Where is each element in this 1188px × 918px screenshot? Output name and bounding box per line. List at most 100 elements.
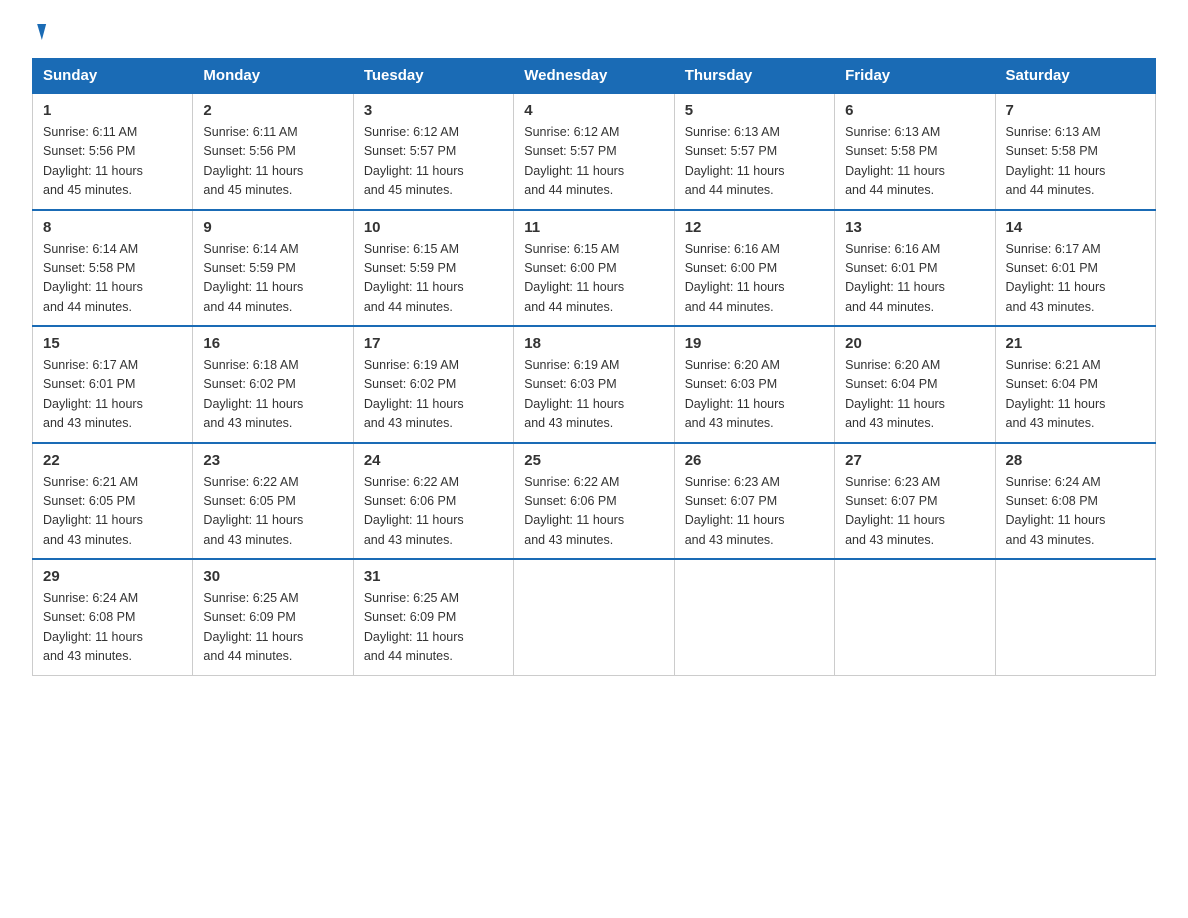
day-number: 5 <box>685 102 824 119</box>
logo <box>32 24 44 40</box>
day-info: Sunrise: 6:18 AMSunset: 6:02 PMDaylight:… <box>203 356 342 434</box>
day-number: 2 <box>203 102 342 119</box>
day-info: Sunrise: 6:20 AMSunset: 6:03 PMDaylight:… <box>685 356 824 434</box>
calendar-cell <box>514 559 674 675</box>
calendar-cell: 6 Sunrise: 6:13 AMSunset: 5:58 PMDaylight… <box>835 93 995 210</box>
calendar-cell: 12 Sunrise: 6:16 AMSunset: 6:00 PMDayligh… <box>674 210 834 327</box>
weekday-header-wednesday: Wednesday <box>514 59 674 94</box>
calendar-week-row: 8Sunrise: 6:14 AMSunset: 5:58 PMDaylight… <box>33 210 1156 327</box>
day-number: 27 <box>845 452 984 469</box>
day-info: Sunrise: 6:15 AMSunset: 5:59 PMDaylight:… <box>364 240 503 318</box>
day-number: 20 <box>845 335 984 352</box>
calendar-cell: 15 Sunrise: 6:17 AMSunset: 6:01 PMDayligh… <box>33 326 193 443</box>
calendar-header: SundayMondayTuesdayWednesdayThursdayFrid… <box>33 59 1156 94</box>
calendar-cell: 18 Sunrise: 6:19 AMSunset: 6:03 PMDayligh… <box>514 326 674 443</box>
day-number: 17 <box>364 335 503 352</box>
day-number: 22 <box>43 452 182 469</box>
day-number: 6 <box>845 102 984 119</box>
day-number: 14 <box>1006 219 1145 236</box>
day-info: Sunrise: 6:16 AMSunset: 6:00 PMDaylight:… <box>685 240 824 318</box>
day-info: Sunrise: 6:23 AMSunset: 6:07 PMDaylight:… <box>845 473 984 551</box>
day-info: Sunrise: 6:15 AMSunset: 6:00 PMDaylight:… <box>524 240 663 318</box>
calendar-cell: 22 Sunrise: 6:21 AMSunset: 6:05 PMDayligh… <box>33 443 193 560</box>
day-number: 7 <box>1006 102 1145 119</box>
calendar-cell: 5 Sunrise: 6:13 AMSunset: 5:57 PMDaylight… <box>674 93 834 210</box>
weekday-header-thursday: Thursday <box>674 59 834 94</box>
day-info: Sunrise: 6:13 AMSunset: 5:58 PMDaylight:… <box>1006 123 1145 201</box>
day-number: 29 <box>43 568 182 585</box>
day-number: 15 <box>43 335 182 352</box>
day-info: Sunrise: 6:12 AMSunset: 5:57 PMDaylight:… <box>364 123 503 201</box>
calendar-cell: 9 Sunrise: 6:14 AMSunset: 5:59 PMDaylight… <box>193 210 353 327</box>
calendar-cell: 3 Sunrise: 6:12 AMSunset: 5:57 PMDaylight… <box>353 93 513 210</box>
day-number: 11 <box>524 219 663 236</box>
day-number: 9 <box>203 219 342 236</box>
day-info: Sunrise: 6:12 AMSunset: 5:57 PMDaylight:… <box>524 123 663 201</box>
day-number: 25 <box>524 452 663 469</box>
day-number: 8 <box>43 219 182 236</box>
day-info: Sunrise: 6:16 AMSunset: 6:01 PMDaylight:… <box>845 240 984 318</box>
day-info: Sunrise: 6:17 AMSunset: 6:01 PMDaylight:… <box>1006 240 1145 318</box>
calendar-week-row: 22 Sunrise: 6:21 AMSunset: 6:05 PMDayligh… <box>33 443 1156 560</box>
day-number: 10 <box>364 219 503 236</box>
day-info: Sunrise: 6:21 AMSunset: 6:04 PMDaylight:… <box>1006 356 1145 434</box>
day-number: 30 <box>203 568 342 585</box>
calendar-cell: 16Sunrise: 6:18 AMSunset: 6:02 PMDayligh… <box>193 326 353 443</box>
calendar-cell: 1Sunrise: 6:11 AMSunset: 5:56 PMDaylight… <box>33 93 193 210</box>
day-info: Sunrise: 6:25 AMSunset: 6:09 PMDaylight:… <box>364 589 503 667</box>
calendar-cell: 13 Sunrise: 6:16 AMSunset: 6:01 PMDayligh… <box>835 210 995 327</box>
weekday-header-monday: Monday <box>193 59 353 94</box>
day-info: Sunrise: 6:24 AMSunset: 6:08 PMDaylight:… <box>43 589 182 667</box>
day-info: Sunrise: 6:14 AMSunset: 5:59 PMDaylight:… <box>203 240 342 318</box>
weekday-header-tuesday: Tuesday <box>353 59 513 94</box>
day-info: Sunrise: 6:11 AMSunset: 5:56 PMDaylight:… <box>203 123 342 201</box>
day-number: 24 <box>364 452 503 469</box>
calendar-cell: 20 Sunrise: 6:20 AMSunset: 6:04 PMDayligh… <box>835 326 995 443</box>
day-info: Sunrise: 6:22 AMSunset: 6:06 PMDaylight:… <box>364 473 503 551</box>
calendar-cell: 21Sunrise: 6:21 AMSunset: 6:04 PMDayligh… <box>995 326 1155 443</box>
weekday-header-sunday: Sunday <box>33 59 193 94</box>
day-number: 26 <box>685 452 824 469</box>
calendar-cell: 28Sunrise: 6:24 AMSunset: 6:08 PMDayligh… <box>995 443 1155 560</box>
calendar-cell: 27 Sunrise: 6:23 AMSunset: 6:07 PMDayligh… <box>835 443 995 560</box>
logo-triangle-icon <box>33 24 46 40</box>
calendar-cell: 29 Sunrise: 6:24 AMSunset: 6:08 PMDayligh… <box>33 559 193 675</box>
calendar-table: SundayMondayTuesdayWednesdayThursdayFrid… <box>32 58 1156 676</box>
day-info: Sunrise: 6:13 AMSunset: 5:57 PMDaylight:… <box>685 123 824 201</box>
day-number: 23 <box>203 452 342 469</box>
day-info: Sunrise: 6:21 AMSunset: 6:05 PMDaylight:… <box>43 473 182 551</box>
calendar-body: 1 Sunrise: 6:11 AMSunset: 5:56 PMDaylight… <box>33 93 1156 675</box>
calendar-cell: 8Sunrise: 6:14 AMSunset: 5:58 PMDaylight… <box>33 210 193 327</box>
calendar-cell: 31Sunrise: 6:25 AMSunset: 6:09 PMDayligh… <box>353 559 513 675</box>
calendar-cell: 30 Sunrise: 6:25 AMSunset: 6:09 PMDayligh… <box>193 559 353 675</box>
day-info: Sunrise: 6:22 AMSunset: 6:05 PMDaylight:… <box>203 473 342 551</box>
day-number: 13 <box>845 219 984 236</box>
day-info: Sunrise: 6:17 AMSunset: 6:01 PMDaylight:… <box>43 356 182 434</box>
calendar-cell: 4 Sunrise: 6:12 AMSunset: 5:57 PMDaylight… <box>514 93 674 210</box>
day-info: Sunrise: 6:24 AMSunset: 6:08 PMDaylight:… <box>1006 473 1145 551</box>
weekday-header-friday: Friday <box>835 59 995 94</box>
day-info: Sunrise: 6:22 AMSunset: 6:06 PMDaylight:… <box>524 473 663 551</box>
calendar-cell: 2 Sunrise: 6:11 AMSunset: 5:56 PMDaylight… <box>193 93 353 210</box>
day-number: 4 <box>524 102 663 119</box>
calendar-cell <box>835 559 995 675</box>
calendar-cell: 14 Sunrise: 6:17 AMSunset: 6:01 PMDayligh… <box>995 210 1155 327</box>
calendar-cell <box>674 559 834 675</box>
calendar-cell: 26Sunrise: 6:23 AMSunset: 6:07 PMDayligh… <box>674 443 834 560</box>
day-info: Sunrise: 6:19 AMSunset: 6:02 PMDaylight:… <box>364 356 503 434</box>
calendar-cell: 19Sunrise: 6:20 AMSunset: 6:03 PMDayligh… <box>674 326 834 443</box>
day-info: Sunrise: 6:19 AMSunset: 6:03 PMDaylight:… <box>524 356 663 434</box>
day-number: 12 <box>685 219 824 236</box>
day-info: Sunrise: 6:20 AMSunset: 6:04 PMDaylight:… <box>845 356 984 434</box>
day-number: 1 <box>43 102 182 119</box>
day-info: Sunrise: 6:25 AMSunset: 6:09 PMDaylight:… <box>203 589 342 667</box>
weekday-header-row: SundayMondayTuesdayWednesdayThursdayFrid… <box>33 59 1156 94</box>
page-header <box>32 24 1156 40</box>
calendar-cell: 17 Sunrise: 6:19 AMSunset: 6:02 PMDayligh… <box>353 326 513 443</box>
calendar-week-row: 1 Sunrise: 6:11 AMSunset: 5:56 PMDaylight… <box>33 93 1156 210</box>
day-number: 3 <box>364 102 503 119</box>
day-number: 18 <box>524 335 663 352</box>
day-info: Sunrise: 6:13 AMSunset: 5:58 PMDaylight:… <box>845 123 984 201</box>
calendar-cell: 7 Sunrise: 6:13 AMSunset: 5:58 PMDaylight… <box>995 93 1155 210</box>
calendar-week-row: 29 Sunrise: 6:24 AMSunset: 6:08 PMDayligh… <box>33 559 1156 675</box>
